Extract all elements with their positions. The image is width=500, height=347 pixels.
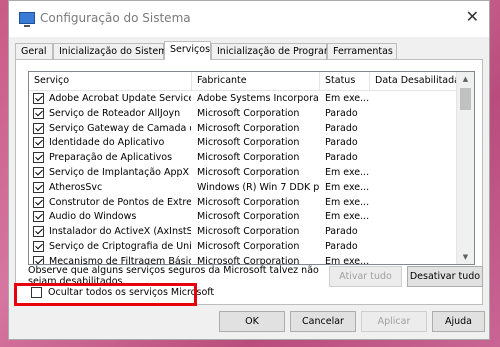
table-row[interactable]: Serviço de Implantação AppX (A... Microso…	[29, 165, 458, 181]
service-checkbox[interactable]	[33, 152, 44, 164]
cancel-button[interactable]: Cancelar	[290, 311, 356, 332]
services-panel: Serviço Fabricante Status Data Desabilit…	[15, 59, 483, 305]
service-vendor: Microsoft Corporation	[197, 255, 300, 265]
service-status: Em exe...	[325, 211, 370, 223]
column-disabled-date[interactable]: Data Desabilitada	[370, 72, 460, 90]
table-row[interactable]: Construtor de Pontos de Extrem... Microso…	[29, 195, 458, 211]
service-name: Áudio do Windows	[49, 211, 137, 223]
tab-boot[interactable]: Inicialização do Sistema	[53, 43, 173, 59]
service-vendor: Adobe Systems Incorporated	[197, 93, 319, 104]
service-checkbox[interactable]	[33, 181, 44, 193]
service-status: Em exe...	[325, 93, 370, 104]
service-status: Parado	[325, 107, 358, 119]
service-checkbox[interactable]	[33, 241, 44, 252]
service-checkbox[interactable]	[33, 137, 44, 149]
vertical-scrollbar[interactable]: ▲ ▼	[456, 72, 474, 264]
title-bar: Configuração do Sistema ✕	[9, 1, 489, 37]
highlight-box	[14, 283, 197, 306]
table-row[interactable]: Serviço de Roteador AllJoyn Microsoft Cor…	[29, 106, 458, 122]
service-name: Adobe Acrobat Update Service	[49, 93, 191, 104]
service-name: Preparação de Aplicativos	[49, 152, 173, 164]
service-name: AtherosSvc	[49, 181, 103, 193]
service-checkbox[interactable]	[33, 196, 44, 208]
service-status: Parado	[325, 241, 358, 252]
service-vendor: Microsoft Corporation	[197, 167, 300, 178]
service-name: Serviço Gateway de Camada de ...	[49, 122, 191, 134]
scroll-up-icon[interactable]: ▲	[457, 72, 474, 86]
service-vendor: Microsoft Corporation	[197, 107, 300, 119]
services-list[interactable]: Serviço Fabricante Status Data Desabilit…	[28, 71, 475, 265]
table-row[interactable]: Áudio do Windows Microsoft Corporation Em …	[29, 209, 458, 225]
ok-button[interactable]: OK	[219, 311, 285, 332]
disable-all-button[interactable]: Desativar tudo	[407, 266, 483, 287]
table-row[interactable]: AtherosSvc Windows (R) Win 7 DDK pr... Em …	[29, 180, 458, 196]
service-vendor: Microsoft Corporation	[197, 211, 300, 223]
service-status: Parado	[325, 122, 358, 134]
service-vendor: Microsoft Corporation	[197, 122, 300, 134]
service-checkbox[interactable]	[33, 255, 44, 264]
column-service[interactable]: Serviço	[29, 72, 192, 90]
table-row[interactable]: Serviço de Criptografia de Unida... Micro…	[29, 239, 458, 255]
service-status: Parado	[325, 226, 358, 238]
table-row[interactable]: Mecanismo de Filtragem Básica Microsoft C…	[29, 254, 458, 265]
tab-general[interactable]: Geral	[15, 43, 53, 59]
service-name: Instalador do ActiveX (AxInstSV)	[49, 226, 191, 238]
service-name: Serviço de Roteador AllJoyn	[49, 107, 181, 119]
service-vendor: Microsoft Corporation	[197, 226, 300, 238]
scroll-down-icon[interactable]: ▼	[457, 250, 474, 264]
service-status: Em exe...	[325, 255, 370, 265]
table-row[interactable]: Serviço Gateway de Camada de ... Microsof…	[29, 121, 458, 137]
service-name: Construtor de Pontos de Extrem...	[49, 196, 191, 208]
service-checkbox[interactable]	[33, 93, 44, 104]
computer-icon	[19, 12, 35, 27]
service-checkbox[interactable]	[33, 226, 44, 238]
service-name: Identidade do Aplicativo	[49, 137, 165, 149]
table-row[interactable]: Adobe Acrobat Update Service Adobe System…	[29, 91, 458, 107]
scroll-thumb[interactable]	[460, 88, 471, 110]
apply-button[interactable]: Aplicar	[361, 311, 427, 332]
table-row[interactable]: Preparação de Aplicativos Microsoft Corpo…	[29, 150, 458, 166]
service-vendor: Microsoft Corporation	[197, 137, 300, 149]
table-row[interactable]: Instalador do ActiveX (AxInstSV) Microsof…	[29, 224, 458, 240]
help-button[interactable]: Ajuda	[432, 311, 485, 332]
service-checkbox[interactable]	[33, 107, 44, 119]
service-name: Serviço de Criptografia de Unida...	[49, 241, 191, 252]
service-checkbox[interactable]	[33, 167, 44, 178]
service-status: Parado	[325, 152, 358, 164]
service-vendor: Microsoft Corporation	[197, 196, 300, 208]
service-checkbox[interactable]	[33, 211, 44, 223]
tab-startup[interactable]: Inicialização de Programas	[211, 43, 344, 59]
service-vendor: Microsoft Corporation	[197, 241, 300, 252]
column-vendor[interactable]: Fabricante	[192, 72, 320, 90]
service-status: Parado	[325, 137, 358, 149]
service-status: Em exe...	[325, 167, 370, 178]
list-header: Serviço Fabricante Status Data Desabilit…	[29, 72, 460, 91]
table-row[interactable]: Identidade do Aplicativo Microsoft Corpor…	[29, 135, 458, 151]
service-checkbox[interactable]	[33, 122, 44, 134]
tab-tools[interactable]: Ferramentas	[327, 43, 397, 59]
tab-services[interactable]: Serviços	[164, 41, 211, 60]
service-status: Em exe...	[325, 181, 370, 193]
service-name: Serviço de Implantação AppX (A...	[49, 167, 191, 178]
window-title: Configuração do Sistema	[40, 11, 191, 25]
service-name: Mecanismo de Filtragem Básica	[49, 255, 191, 265]
service-status: Em exe...	[325, 196, 370, 208]
service-vendor: Microsoft Corporation	[197, 152, 300, 164]
close-icon[interactable]: ✕	[466, 7, 479, 26]
column-status[interactable]: Status	[320, 72, 370, 90]
enable-all-button[interactable]: Ativar tudo	[329, 266, 402, 287]
service-vendor: Windows (R) Win 7 DDK pr...	[197, 181, 319, 193]
